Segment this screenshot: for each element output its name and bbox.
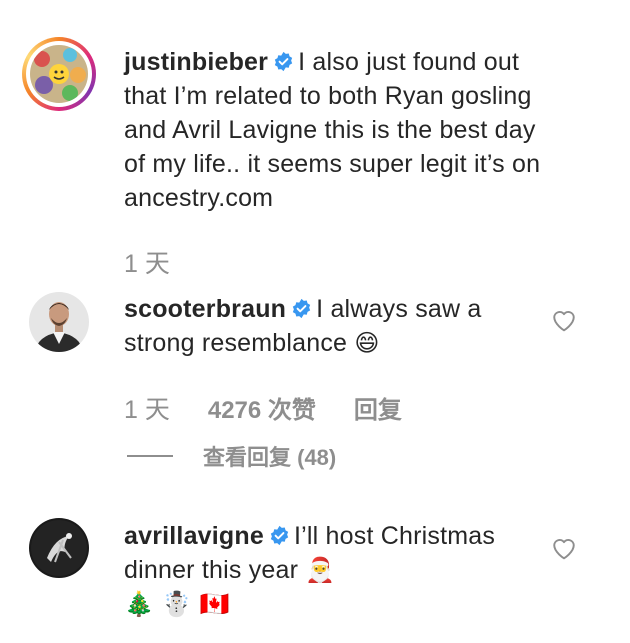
santa-emoji: 🎅 <box>305 556 336 584</box>
username-scooterbraun[interactable]: scooterbraun <box>124 295 286 323</box>
view-replies-label: 查看回复 (48) <box>203 445 337 470</box>
grin-emoji: 😄 <box>354 329 380 357</box>
comment-text-scooterbraun: scooterbraun I always saw a strong resemb… <box>124 292 554 360</box>
comment-meta: 1 天 4276 次赞 回复 <box>124 390 440 426</box>
heart-icon[interactable] <box>551 536 577 560</box>
reply-button[interactable]: 回复 <box>354 397 402 424</box>
heart-icon[interactable] <box>551 308 577 332</box>
username-avrillavigne[interactable]: avrillavigne <box>124 522 264 550</box>
avatar-scooterbraun[interactable] <box>29 292 89 352</box>
divider-line <box>127 455 173 457</box>
verified-badge-icon <box>274 51 293 72</box>
avatar-avrillavigne[interactable] <box>29 518 89 578</box>
verified-badge-icon <box>292 298 311 319</box>
timestamp[interactable]: 1 天 <box>124 396 170 424</box>
view-replies-button[interactable]: 查看回复 (48) <box>127 440 336 472</box>
emoji-line: 🎄 ☃️ 🇨🇦 <box>124 590 230 618</box>
like-count[interactable]: 4276 次赞 <box>208 397 316 424</box>
timestamp[interactable]: 1 天 <box>124 250 170 278</box>
username-justinbieber[interactable]: justinbieber <box>124 48 268 76</box>
avatar-justinbieber[interactable] <box>22 37 96 111</box>
comment-text-avrillavigne: avrillavigne I’ll host Christmas dinner t… <box>124 519 554 621</box>
comment-text-justinbieber: justinbieber I also just found out that I… <box>124 45 554 215</box>
comment-meta: 1 天 <box>124 244 208 280</box>
verified-badge-icon <box>270 525 289 546</box>
